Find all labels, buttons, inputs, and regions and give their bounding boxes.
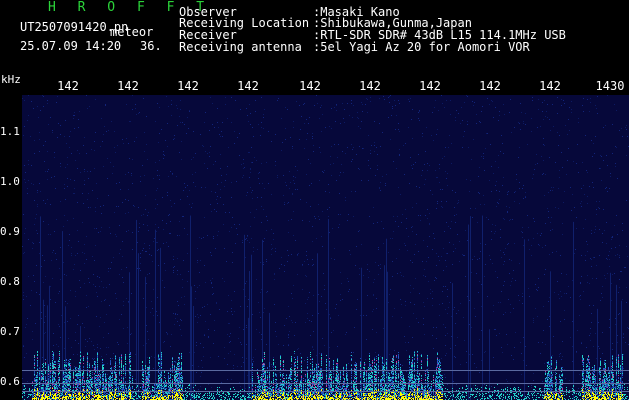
time-tick: 142 bbox=[419, 79, 441, 93]
time-tick: 142 bbox=[117, 79, 139, 93]
hrofft-window: H R O F F T UT2507091420.pn meteor 25.07… bbox=[0, 0, 629, 400]
time-tick: 142 bbox=[479, 79, 501, 93]
freq-tick: 0.9 bbox=[0, 225, 20, 238]
time-tick: 142 bbox=[57, 79, 79, 93]
axis-unit: kHz bbox=[1, 73, 21, 86]
antenna-value: :5el Yagi Az 20 for Aomori VOR bbox=[313, 40, 530, 54]
antenna-label: Receiving antenna bbox=[179, 40, 302, 54]
time-tick: 142 bbox=[177, 79, 199, 93]
spectrogram-plot[interactable] bbox=[22, 95, 629, 400]
spectrogram-canvas bbox=[22, 95, 629, 400]
freq-tick: 0.8 bbox=[0, 275, 20, 288]
freq-tick: 0.6 bbox=[0, 375, 20, 388]
time-tick: 142 bbox=[237, 79, 259, 93]
freq-tick: 1.1 bbox=[0, 125, 20, 138]
date-time: 25.07.09 14:20 bbox=[20, 39, 122, 53]
time-tick: 142 bbox=[359, 79, 381, 93]
time-tick: 1430 bbox=[595, 79, 625, 93]
freq-tick: 0.7 bbox=[0, 325, 20, 338]
count-value: 36. bbox=[140, 39, 162, 53]
time-tick: 142 bbox=[539, 79, 561, 93]
time-tick: 142 bbox=[299, 79, 321, 93]
freq-tick: 1.0 bbox=[0, 175, 20, 188]
mode-label: meteor bbox=[110, 25, 154, 39]
